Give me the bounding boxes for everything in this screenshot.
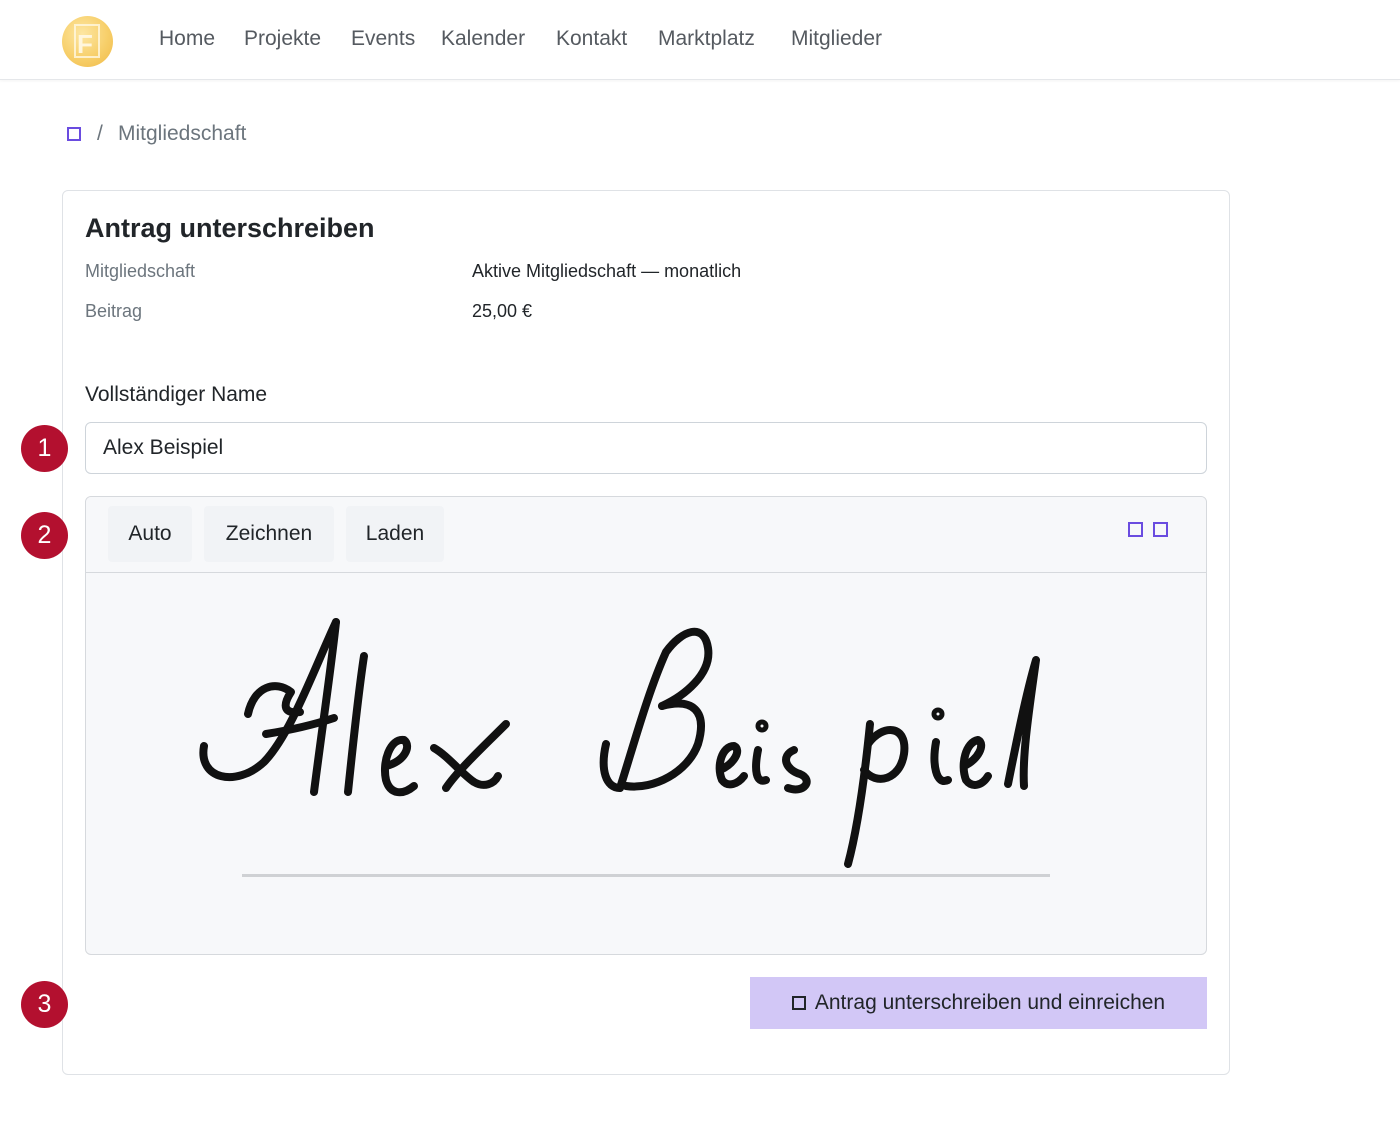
breadcrumb-current: Mitgliedschaft xyxy=(118,122,247,145)
undo-icon[interactable] xyxy=(1128,522,1143,537)
step-badge-2: 2 xyxy=(21,512,68,559)
tab-laden[interactable]: Laden xyxy=(346,506,444,562)
step-badge-1: 1 xyxy=(21,425,68,472)
full-name-label: Vollständiger Name xyxy=(85,383,268,406)
submit-signature-button[interactable]: Antrag unterschreiben und einreichen xyxy=(750,977,1207,1029)
nav-link-kalender[interactable]: Kalender xyxy=(441,27,525,51)
check-square-icon xyxy=(791,996,806,1010)
nav-link-home[interactable]: Home xyxy=(159,27,215,51)
membership-label: Mitgliedschaft xyxy=(85,261,196,281)
top-navbar: F Home Projekte Events Kalender Kontakt … xyxy=(0,0,1400,80)
signature-drawing xyxy=(199,618,1040,868)
logo[interactable]: F xyxy=(62,16,113,67)
fee-value: 25,00 € xyxy=(472,301,533,321)
nav-link-kontakt[interactable]: Kontakt xyxy=(556,27,627,51)
step-badge-3: 3 xyxy=(21,981,68,1028)
full-name-input[interactable] xyxy=(85,422,1207,474)
card-title: Antrag unterschreiben xyxy=(85,213,375,243)
home-icon[interactable] xyxy=(67,127,81,141)
nav-link-mitglieder[interactable]: Mitglieder xyxy=(791,27,882,51)
logo-letter: F xyxy=(77,29,93,59)
clear-icon[interactable] xyxy=(1153,522,1168,537)
nav-link-events[interactable]: Events xyxy=(351,27,415,51)
signature-toolbar: Auto Zeichnen Laden xyxy=(86,497,1206,573)
nav-link-marktplatz[interactable]: Marktplatz xyxy=(658,27,755,51)
signature-pad: Auto Zeichnen Laden xyxy=(85,496,1207,955)
signature-baseline xyxy=(242,874,1050,877)
breadcrumb-separator: / xyxy=(97,122,103,145)
nav-link-projekte[interactable]: Projekte xyxy=(244,27,321,51)
tab-auto[interactable]: Auto xyxy=(108,506,192,562)
submit-button-label: Antrag unterschreiben und einreichen xyxy=(814,991,1166,1014)
signature-canvas[interactable] xyxy=(86,574,1206,954)
tab-zeichnen[interactable]: Zeichnen xyxy=(204,506,334,562)
membership-value: Aktive Mitgliedschaft — monatlich xyxy=(472,261,742,281)
fee-label: Beitrag xyxy=(85,301,143,321)
